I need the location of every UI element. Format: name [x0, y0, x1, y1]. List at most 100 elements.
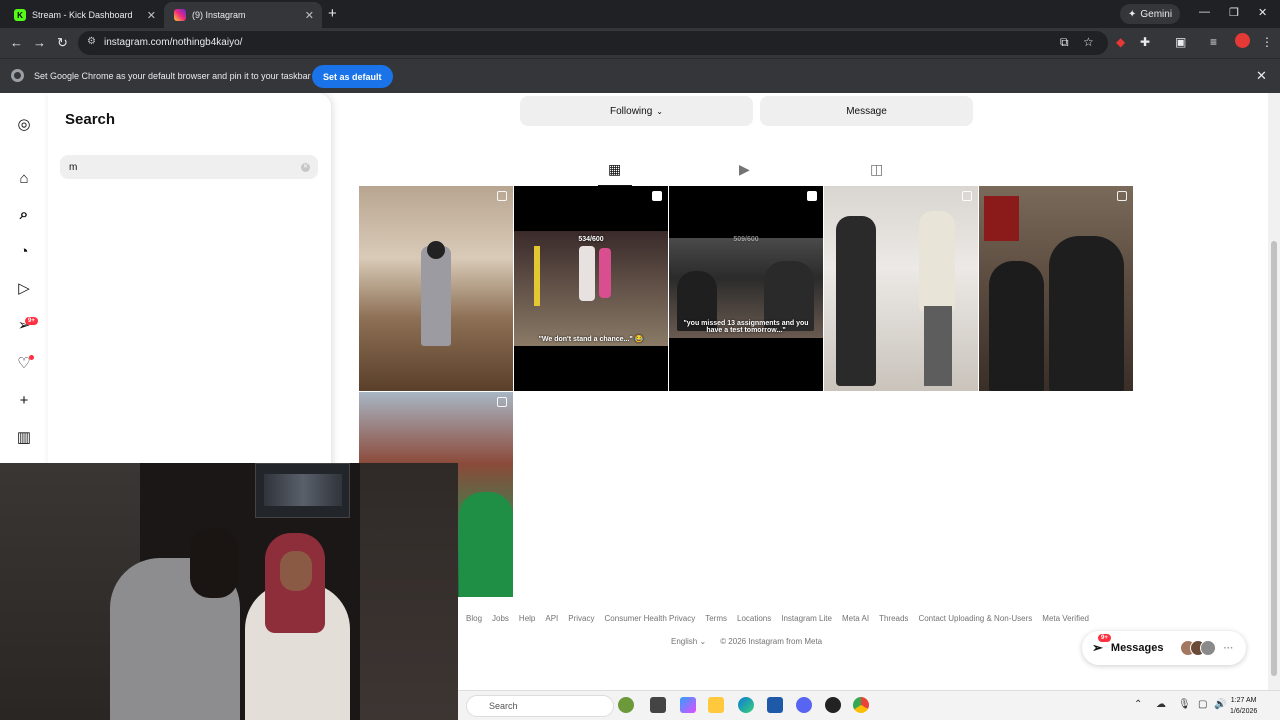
avatar	[1199, 640, 1216, 656]
footer-links: Blog Jobs Help API Privacy Consumer Health Pr…	[466, 614, 1089, 623]
footer-link[interactable]: API	[545, 614, 558, 623]
messages-button[interactable]: ➢ 9+ Messages ···	[1082, 631, 1246, 665]
footer-link[interactable]: Terms	[705, 614, 727, 623]
dashboard-icon[interactable]: ▥	[14, 427, 34, 447]
taskbar-search-box[interactable]: Search	[466, 695, 614, 717]
copilot-icon[interactable]	[680, 697, 696, 713]
tab-instagram[interactable]: (9) Instagram ✕	[164, 2, 322, 28]
reels-icon[interactable]: ▷	[14, 278, 34, 298]
messages-badge: 9+	[1098, 634, 1111, 642]
browser-tab-strip: K Stream - Kick Dashboard ✕ (9) Instagra…	[0, 0, 1280, 28]
carousel-icon	[497, 397, 507, 407]
footer-link[interactable]: Threads	[879, 614, 908, 623]
search-panel-title: Search	[65, 111, 116, 128]
reel-icon	[807, 191, 817, 201]
system-clock[interactable]: 1:27 AM 1/6/2026	[1230, 695, 1257, 717]
minimize-icon[interactable]: —	[1199, 6, 1210, 18]
site-info-icon[interactable]: ⚙	[87, 36, 96, 47]
following-button[interactable]: Following ⌄	[520, 96, 753, 126]
media-icon[interactable]: ≡	[1210, 35, 1217, 49]
network-icon[interactable]: ☁	[1156, 699, 1166, 710]
menu-kebab-icon[interactable]: ⋮	[1261, 35, 1273, 49]
instagram-logo-icon[interactable]: ◎	[14, 114, 34, 134]
close-infobar-icon[interactable]: ✕	[1256, 68, 1267, 84]
scrollbar-thumb[interactable]	[1271, 241, 1277, 676]
background-tv	[255, 463, 350, 518]
reels-tab-icon[interactable]: ▶	[739, 161, 750, 178]
post-tile[interactable]: 509/600 "you missed 13 assignments and y…	[669, 186, 823, 391]
clear-search-icon[interactable]: ✕	[301, 163, 310, 172]
footer-link[interactable]: Privacy	[568, 614, 594, 623]
post-tile[interactable]	[979, 186, 1133, 391]
webcam-overlay	[0, 463, 458, 720]
language-label: English	[671, 637, 698, 646]
search-icon[interactable]: ⌕	[14, 204, 34, 224]
microphone-icon[interactable]: 🎙	[1178, 699, 1191, 710]
chrome-logo-icon	[11, 69, 24, 82]
post-tile[interactable]	[824, 186, 978, 391]
task-view-icon[interactable]	[650, 697, 666, 713]
windows-taskbar: ⌕ Search ⌃ ☁ 🎙 ▢ 🔊 1:27 AM 1/6/2026	[458, 690, 1280, 720]
person-left-hair	[190, 528, 238, 598]
bookmark-star-icon[interactable]: ☆	[1083, 35, 1094, 49]
close-tab-icon[interactable]: ✕	[147, 9, 156, 22]
message-button[interactable]: Message	[760, 96, 973, 126]
post-tile[interactable]: 534/600 "We don't stand a chance..." 😂	[514, 186, 668, 391]
carousel-icon	[1117, 191, 1127, 201]
extension-icon[interactable]: ◆	[1116, 35, 1125, 49]
footer-link[interactable]: Blog	[466, 614, 482, 623]
cast-icon[interactable]: ⧉	[1060, 35, 1069, 50]
background-right	[360, 463, 458, 720]
back-icon[interactable]: ←	[10, 35, 23, 50]
reload-icon[interactable]: ↻	[57, 35, 68, 51]
carousel-icon	[962, 191, 972, 201]
gemini-label: Gemini	[1140, 8, 1173, 20]
file-explorer-icon[interactable]	[708, 697, 724, 713]
footer-link[interactable]: Meta AI	[842, 614, 869, 623]
home-icon[interactable]: ⌂	[14, 168, 34, 188]
tagged-tab-icon[interactable]: ◫	[870, 161, 883, 178]
instagram-icon	[174, 9, 186, 21]
carousel-icon	[497, 191, 507, 201]
footer-link[interactable]: Jobs	[492, 614, 509, 623]
send-icon: ➢ 9+	[1092, 634, 1111, 656]
tray-chevron-icon[interactable]: ⌃	[1134, 699, 1142, 710]
footer-link[interactable]: Contact Uploading & Non-Users	[918, 614, 1032, 623]
gemini-button[interactable]: ✦ Gemini	[1120, 4, 1181, 24]
forward-icon[interactable]: →	[33, 35, 46, 50]
store-icon[interactable]	[767, 697, 783, 713]
close-tab-icon[interactable]: ✕	[305, 9, 314, 22]
footer-link[interactable]: Locations	[737, 614, 771, 623]
extensions-puzzle-icon[interactable]: ✚	[1140, 35, 1150, 49]
posts-grid-icon[interactable]: ▦	[608, 161, 621, 178]
page-scrollbar[interactable]	[1268, 93, 1280, 690]
display-icon[interactable]: ▢	[1198, 699, 1207, 710]
tab-kick-dashboard[interactable]: K Stream - Kick Dashboard ✕	[4, 2, 164, 28]
sidepanel-icon[interactable]: ▣	[1175, 35, 1186, 49]
discord-icon[interactable]	[796, 697, 812, 713]
restore-icon[interactable]: ❐	[1229, 6, 1239, 19]
volume-icon[interactable]: 🔊	[1214, 699, 1226, 710]
footer-link[interactable]: Help	[519, 614, 535, 623]
widget-icon[interactable]	[618, 697, 634, 713]
post-counter: 509/600	[733, 236, 759, 243]
clock-time: 1:27 AM	[1230, 697, 1257, 704]
footer-link[interactable]: Consumer Health Privacy	[605, 614, 696, 623]
address-bar[interactable]: ⚙ instagram.com/nothingb4kaiyo/	[78, 31, 1108, 55]
set-default-button[interactable]: Set as default	[312, 65, 393, 88]
obs-icon[interactable]	[825, 697, 841, 713]
search-input[interactable]	[60, 155, 318, 179]
language-select[interactable]: English ⌄	[671, 637, 706, 646]
create-plus-icon[interactable]: +	[14, 390, 34, 410]
new-tab-icon[interactable]: +	[328, 5, 337, 22]
chrome-taskbar-icon[interactable]	[853, 697, 869, 713]
post-tile[interactable]	[359, 186, 513, 391]
close-window-icon[interactable]: ✕	[1258, 6, 1267, 19]
profile-avatar[interactable]	[1235, 33, 1250, 48]
infobar-message: Set Google Chrome as your default browse…	[34, 71, 311, 81]
footer-link[interactable]: Meta Verified	[1042, 614, 1089, 623]
footer-link[interactable]: Instagram Lite	[781, 614, 832, 623]
explore-icon[interactable]: ◔	[14, 241, 34, 261]
edge-icon[interactable]	[738, 697, 754, 713]
reel-icon	[652, 191, 662, 201]
